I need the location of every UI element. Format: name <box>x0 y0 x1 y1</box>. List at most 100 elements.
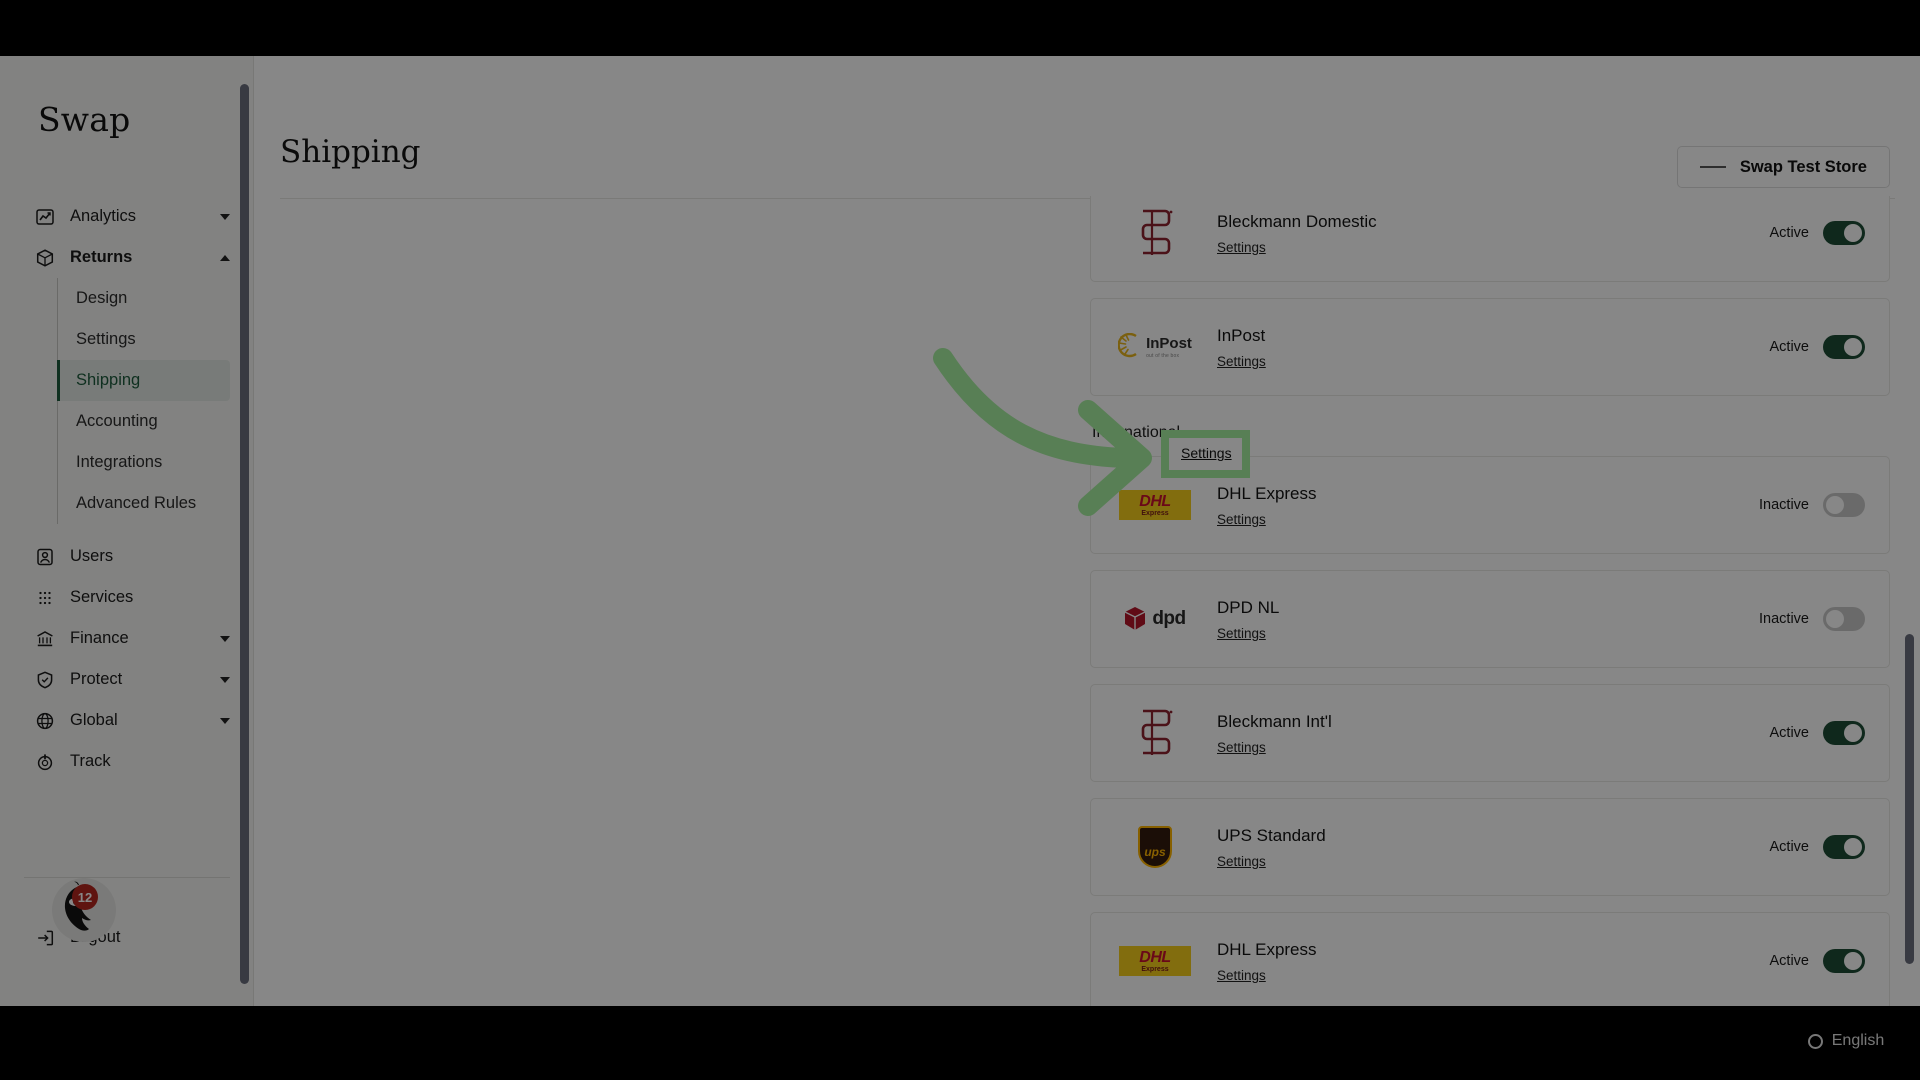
globe-icon <box>34 710 56 732</box>
sidebar-subitem-label: Shipping <box>76 371 141 389</box>
carrier-toggle[interactable] <box>1823 949 1865 973</box>
inpost-logo-icon: InPost out of the box <box>1107 317 1203 377</box>
carrier-toggle[interactable] <box>1823 335 1865 359</box>
table-row[interactable]: DHL Express DHL Express Settings Active <box>1090 912 1890 1006</box>
sidebar-item-advanced-rules[interactable]: Advanced Rules <box>58 483 253 524</box>
carrier-name: InPost <box>1217 325 1266 345</box>
sidebar-item-integrations[interactable]: Integrations <box>58 442 253 483</box>
table-row[interactable]: InPost out of the box InPost Settings Ac… <box>1090 298 1890 396</box>
carrier-toggle[interactable] <box>1823 721 1865 745</box>
app-logo[interactable]: Swap <box>38 100 130 139</box>
chevron-down-icon[interactable] <box>220 213 230 220</box>
chevron-down-icon[interactable] <box>220 676 230 683</box>
settings-link[interactable]: Settings <box>1217 354 1266 369</box>
language-widget[interactable]: English <box>1784 1020 1908 1062</box>
settings-link[interactable]: Settings <box>1217 240 1266 255</box>
chevron-down-icon[interactable] <box>220 717 230 724</box>
sidebar-item-returns[interactable]: Returns <box>26 237 240 278</box>
sidebar-item-label: Protect <box>70 670 123 688</box>
row-text: DPD NL Settings <box>1217 595 1279 644</box>
settings-link[interactable]: Settings <box>1217 740 1266 755</box>
row-state: Active <box>1769 335 1865 359</box>
status-badge: Active <box>1769 839 1810 855</box>
carrier-name: DHL Express <box>1217 483 1317 503</box>
sidebar-item-label: Track <box>70 752 111 770</box>
ups-logo-icon: ups <box>1107 817 1203 877</box>
sidebar-subitem-label: Advanced Rules <box>76 494 197 512</box>
row-text: Bleckmann Int'l Settings <box>1217 709 1332 758</box>
sidebar-subitem-label: Integrations <box>76 453 163 471</box>
status-badge: Inactive <box>1759 611 1809 627</box>
language-ring-icon <box>1807 1033 1823 1049</box>
page-title: Shipping <box>280 134 421 170</box>
dpd-logo-icon: dpd <box>1107 589 1203 649</box>
sidebar-item-finance[interactable]: Finance <box>26 618 240 659</box>
carrier-name: DHL Express <box>1217 939 1317 959</box>
carrier-list: Bleckmann Domestic Settings Active InPos… <box>1090 196 1890 1006</box>
sidebar-bottom-nav: Logout <box>0 917 253 958</box>
bleckmann-logo-icon <box>1107 203 1203 263</box>
sidebar-nav: Analytics Returns Design Settings Shippi… <box>0 196 253 782</box>
sidebar-item-services[interactable]: Services <box>26 577 240 618</box>
carrier-toggle[interactable] <box>1823 835 1865 859</box>
row-state: Active <box>1769 221 1865 245</box>
sidebar-item-users[interactable]: Users <box>26 536 240 577</box>
row-state: Active <box>1769 949 1865 973</box>
sidebar-item-label: Global <box>70 711 118 729</box>
row-state: Active <box>1770 721 1865 745</box>
settings-link[interactable]: Settings <box>1217 854 1266 869</box>
table-row[interactable]: dpd DPD NL Settings Inactive <box>1090 570 1890 668</box>
status-badge: Active <box>1769 953 1810 969</box>
status-badge: Active <box>1769 225 1810 241</box>
sidebar-item-track[interactable]: Track <box>26 741 240 782</box>
carrier-name: UPS Standard <box>1217 825 1326 845</box>
sidebar-item-protect[interactable]: Protect <box>26 659 240 700</box>
store-selector-button[interactable]: Swap Test Store <box>1676 146 1890 188</box>
analytics-icon <box>34 206 56 228</box>
table-row[interactable]: Bleckmann Int'l Settings Active <box>1090 684 1890 782</box>
row-text: UPS Standard Settings <box>1217 823 1326 872</box>
sidebar-item-analytics[interactable]: Analytics <box>26 196 240 237</box>
sidebar-item-design[interactable]: Design <box>58 278 253 319</box>
carrier-section: Bleckmann Domestic Settings Active InPos… <box>1090 196 1890 396</box>
bleckmann-logo-icon <box>1107 703 1203 763</box>
carrier-toggle[interactable] <box>1823 221 1865 245</box>
chevron-up-icon[interactable] <box>220 254 230 261</box>
returns-box-icon <box>34 247 56 269</box>
status-badge: Active <box>1769 339 1810 355</box>
dhl-logo-icon: DHL Express <box>1107 931 1203 991</box>
protect-shield-icon <box>34 669 56 691</box>
settings-link[interactable]: Settings <box>1217 968 1266 983</box>
row-text: DHL Express Settings <box>1217 481 1317 530</box>
carrier-toggle[interactable] <box>1823 607 1865 631</box>
main-scrollbar[interactable] <box>1905 634 1914 964</box>
carrier-toggle[interactable] <box>1823 493 1865 517</box>
sidebar-item-label: Finance <box>70 629 129 647</box>
main-content: Shipping Swap Test Store Bleckmann Domes… <box>254 56 1920 1006</box>
sidebar-subitem-label: Design <box>76 289 128 307</box>
sidebar-subitem-label: Accounting <box>76 412 158 430</box>
highlighted-settings-link[interactable]: Settings <box>1181 445 1232 461</box>
services-grid-icon <box>34 587 56 609</box>
store-name-label: Swap Test Store <box>1739 157 1867 176</box>
sidebar-item-label: Analytics <box>70 207 137 225</box>
sidebar-item-label: Services <box>70 588 134 606</box>
chevron-down-icon[interactable] <box>220 635 230 642</box>
sidebar-scrollbar[interactable] <box>240 84 249 984</box>
table-row[interactable]: Bleckmann Domestic Settings Active <box>1090 196 1890 282</box>
sidebar-item-global[interactable]: Global <box>26 700 240 741</box>
row-text: Bleckmann Domestic Settings <box>1217 209 1377 258</box>
carrier-name: Bleckmann Domestic <box>1217 211 1377 231</box>
row-state: Inactive <box>1759 607 1865 631</box>
sidebar-submenu-returns: Design Settings Shipping Accounting Inte… <box>56 278 253 524</box>
settings-link[interactable]: Settings <box>1217 512 1266 527</box>
row-text: InPost Settings <box>1217 323 1266 372</box>
sidebar-item-accounting[interactable]: Accounting <box>58 401 253 442</box>
settings-link[interactable]: Settings <box>1217 626 1266 641</box>
users-icon <box>34 546 56 568</box>
row-state: Inactive <box>1759 493 1865 517</box>
sidebar-item-settings[interactable]: Settings <box>58 319 253 360</box>
sidebar-item-shipping[interactable]: Shipping <box>56 360 230 401</box>
table-row[interactable]: ups UPS Standard Settings Active <box>1090 798 1890 896</box>
